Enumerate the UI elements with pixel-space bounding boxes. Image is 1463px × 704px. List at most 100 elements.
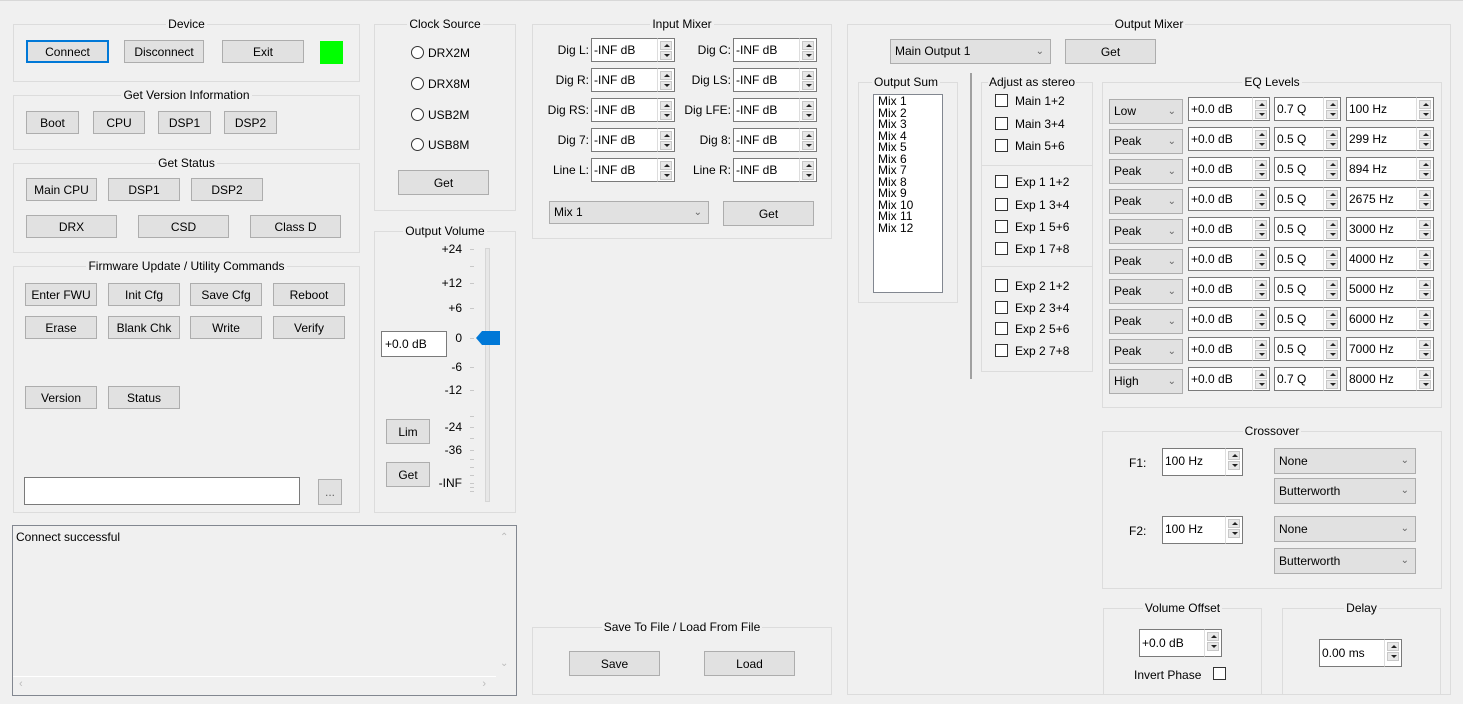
spin-up-icon[interactable]	[802, 71, 814, 80]
input-channel-gain-spinner[interactable]: -INF dB	[733, 68, 817, 92]
spin-down-icon[interactable]	[1255, 320, 1267, 329]
f2-frequency-value[interactable]: 100 Hz	[1162, 516, 1225, 544]
spin-up-icon[interactable]	[1419, 100, 1431, 109]
f1-spin-arrows[interactable]	[1225, 448, 1243, 476]
eq-q-spinner[interactable]: 0.5 Q	[1274, 217, 1341, 241]
spin-up-icon[interactable]	[1255, 160, 1267, 169]
volume-slider-thumb[interactable]	[476, 331, 500, 345]
eq-gain-spinner[interactable]: +0.0 dB	[1188, 127, 1270, 151]
output-select-dropdown[interactable]: Main Output 1 ⌄	[890, 39, 1051, 64]
eq-frequency-spinner-arrows[interactable]	[1416, 127, 1434, 151]
stereo-main-checkbox[interactable]	[995, 94, 1008, 107]
version-boot-button[interactable]: Boot	[26, 111, 79, 134]
eq-frequency-spinner-value[interactable]: 3000 Hz	[1346, 217, 1416, 241]
stereo-exp2-checkbox[interactable]	[995, 279, 1008, 292]
eq-q-spinner-value[interactable]: 0.5 Q	[1274, 247, 1323, 271]
eq-gain-spinner-arrows[interactable]	[1252, 187, 1270, 211]
spin-up-icon[interactable]	[1326, 190, 1338, 199]
eq-gain-spinner-arrows[interactable]	[1252, 337, 1270, 361]
spin-down-icon[interactable]	[1326, 350, 1338, 359]
spin-down-icon[interactable]	[1255, 140, 1267, 149]
load-file-button[interactable]: Load	[704, 651, 795, 676]
eq-frequency-spinner-value[interactable]: 5000 Hz	[1346, 277, 1416, 301]
eq-q-spinner[interactable]: 0.5 Q	[1274, 157, 1341, 181]
eq-q-spinner-arrows[interactable]	[1323, 217, 1341, 241]
f2-spin-arrows[interactable]	[1225, 516, 1243, 544]
spin-down-icon[interactable]	[1228, 529, 1240, 538]
eq-band-type-dropdown[interactable]: Peak ⌄	[1109, 189, 1183, 214]
spin-down-icon[interactable]	[1255, 230, 1267, 239]
clock-usb2m-radio[interactable]	[411, 108, 424, 121]
eq-q-spinner-arrows[interactable]	[1323, 367, 1341, 391]
eq-q-spinner-value[interactable]: 0.7 Q	[1274, 367, 1323, 391]
eq-band-type-dropdown[interactable]: Low ⌄	[1109, 99, 1183, 124]
spin-down-icon[interactable]	[1326, 260, 1338, 269]
eq-frequency-spinner-arrows[interactable]	[1416, 187, 1434, 211]
eq-q-spinner-arrows[interactable]	[1323, 247, 1341, 271]
spin-down-icon[interactable]	[1326, 200, 1338, 209]
eq-gain-spinner-value[interactable]: +0.0 dB	[1188, 217, 1252, 241]
eq-gain-spinner[interactable]: +0.0 dB	[1188, 277, 1270, 301]
eq-gain-spinner-arrows[interactable]	[1252, 97, 1270, 121]
input-channel-gain-spinner-value[interactable]: -INF dB	[733, 158, 799, 182]
eq-q-spinner-arrows[interactable]	[1323, 127, 1341, 151]
spin-down-icon[interactable]	[802, 81, 814, 90]
stereo-exp1-checkbox[interactable]	[995, 175, 1008, 188]
eq-frequency-spinner-arrows[interactable]	[1416, 367, 1434, 391]
clock-drx8m-radio[interactable]	[411, 77, 424, 90]
spin-down-icon[interactable]	[1387, 652, 1399, 661]
eq-q-spinner-arrows[interactable]	[1323, 337, 1341, 361]
eq-q-spinner-value[interactable]: 0.5 Q	[1274, 217, 1323, 241]
input-channel-gain-spinner-arrows[interactable]	[799, 128, 817, 152]
input-channel-gain-spinner-value[interactable]: -INF dB	[733, 38, 799, 62]
version-cpu-button[interactable]: CPU	[93, 111, 145, 134]
spin-up-icon[interactable]	[1326, 310, 1338, 319]
fw-version-button[interactable]: Version	[25, 386, 97, 409]
eq-frequency-spinner[interactable]: 299 Hz	[1346, 127, 1434, 151]
spin-up-icon[interactable]	[1419, 280, 1431, 289]
eq-band-type-dropdown[interactable]: Peak ⌄	[1109, 219, 1183, 244]
eq-gain-spinner[interactable]: +0.0 dB	[1188, 97, 1270, 121]
spin-down-icon[interactable]	[1255, 380, 1267, 389]
eq-frequency-spinner[interactable]: 2675 Hz	[1346, 187, 1434, 211]
stereo-exp2-checkbox[interactable]	[995, 301, 1008, 314]
eq-frequency-spinner[interactable]: 894 Hz	[1346, 157, 1434, 181]
limit-button[interactable]: Lim	[386, 419, 430, 444]
eq-q-spinner[interactable]: 0.5 Q	[1274, 337, 1341, 361]
eq-q-spinner[interactable]: 0.5 Q	[1274, 187, 1341, 211]
exit-button[interactable]: Exit	[222, 40, 304, 63]
spin-up-icon[interactable]	[1419, 220, 1431, 229]
eq-gain-spinner-value[interactable]: +0.0 dB	[1188, 277, 1252, 301]
spin-up-icon[interactable]	[1228, 519, 1240, 528]
spin-up-icon[interactable]	[1326, 100, 1338, 109]
spin-down-icon[interactable]	[1326, 380, 1338, 389]
eq-band-type-dropdown[interactable]: Peak ⌄	[1109, 249, 1183, 274]
log-output[interactable]: Connect successful ⌃ ⌄ ‹ ›	[12, 525, 517, 696]
eq-frequency-spinner-value[interactable]: 4000 Hz	[1346, 247, 1416, 271]
spin-down-icon[interactable]	[1326, 320, 1338, 329]
spin-down-icon[interactable]	[1326, 170, 1338, 179]
eq-gain-spinner-arrows[interactable]	[1252, 307, 1270, 331]
f1-frequency-value[interactable]: 100 Hz	[1162, 448, 1225, 476]
spin-up-icon[interactable]	[1419, 130, 1431, 139]
eq-frequency-spinner[interactable]: 8000 Hz	[1346, 367, 1434, 391]
eq-frequency-spinner-value[interactable]: 8000 Hz	[1346, 367, 1416, 391]
spin-up-icon[interactable]	[1255, 220, 1267, 229]
input-channel-gain-spinner[interactable]: -INF dB	[591, 98, 675, 122]
input-channel-gain-spinner-value[interactable]: -INF dB	[733, 128, 799, 152]
spin-up-icon[interactable]	[1255, 100, 1267, 109]
eq-q-spinner-value[interactable]: 0.5 Q	[1274, 187, 1323, 211]
eq-gain-spinner[interactable]: +0.0 dB	[1188, 367, 1270, 391]
output-sum-listbox[interactable]: Mix 1 Mix 2 Mix 3 Mix 4 Mix 5 Mix 6 Mix 7 Mix 8…	[873, 94, 943, 293]
spin-up-icon[interactable]	[802, 131, 814, 140]
spin-up-icon[interactable]	[1387, 642, 1399, 651]
spin-down-icon[interactable]	[1419, 290, 1431, 299]
spin-up-icon[interactable]	[1326, 250, 1338, 259]
eq-q-spinner[interactable]: 0.7 Q	[1274, 97, 1341, 121]
eq-frequency-spinner[interactable]: 7000 Hz	[1346, 337, 1434, 361]
eq-frequency-spinner-value[interactable]: 299 Hz	[1346, 127, 1416, 151]
erase-button[interactable]: Erase	[25, 316, 97, 339]
volume-slider-track[interactable]	[485, 248, 490, 502]
input-channel-gain-spinner-arrows[interactable]	[799, 98, 817, 122]
enter-fwu-button[interactable]: Enter FWU	[25, 283, 97, 306]
